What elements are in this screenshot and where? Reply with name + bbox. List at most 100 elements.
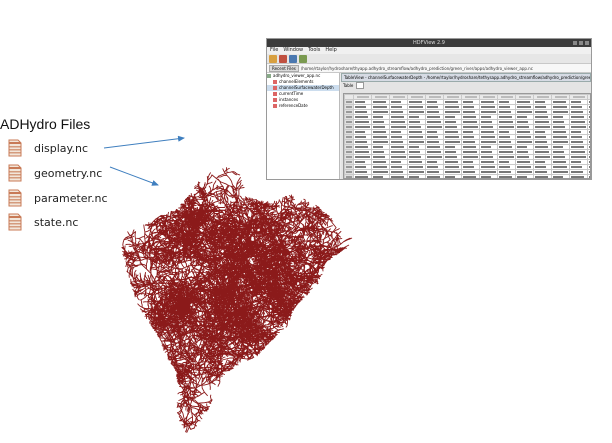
table-cell[interactable] (371, 174, 390, 178)
table-cell[interactable] (497, 119, 516, 125)
table-cell[interactable] (425, 154, 444, 160)
table-cell[interactable] (569, 154, 588, 160)
table-cell[interactable] (569, 149, 588, 155)
table-icon[interactable] (356, 82, 365, 89)
table-cell[interactable] (443, 164, 462, 170)
table-row[interactable] (344, 164, 590, 170)
open-icon[interactable] (269, 55, 277, 63)
table-cell[interactable] (479, 104, 498, 110)
table-cell[interactable] (407, 174, 426, 178)
file-path-input[interactable]: /home/rtaylor/hydroshare/thyapp.adhydro_… (301, 66, 533, 71)
table-row[interactable] (344, 129, 590, 135)
table-cell[interactable] (497, 174, 516, 178)
table-cell[interactable] (371, 109, 390, 115)
tree-item[interactable]: referenceDate (267, 103, 339, 109)
table-cell[interactable] (353, 154, 372, 160)
table-cell[interactable] (407, 109, 426, 115)
table-cell[interactable] (407, 164, 426, 170)
table-cell[interactable] (371, 139, 390, 145)
table-row[interactable] (344, 134, 590, 140)
table-cell[interactable] (443, 109, 462, 115)
table-cell[interactable] (587, 174, 590, 178)
table-cell[interactable] (371, 104, 390, 110)
table-cell[interactable] (407, 104, 426, 110)
table-cell[interactable] (551, 104, 570, 110)
table-cell[interactable] (389, 119, 408, 125)
table-cell[interactable] (533, 154, 552, 160)
table-cell[interactable] (353, 149, 372, 155)
table-cell[interactable] (443, 174, 462, 178)
table-row[interactable] (344, 149, 590, 155)
table-cell[interactable] (515, 104, 534, 110)
table-cell[interactable] (551, 139, 570, 145)
table-cell[interactable] (371, 164, 390, 170)
table-cell[interactable] (533, 119, 552, 125)
table-cell[interactable] (407, 169, 426, 175)
table-cell[interactable] (533, 174, 552, 178)
table-cell[interactable] (479, 169, 498, 175)
table-cell[interactable] (461, 119, 480, 125)
table-cell[interactable] (389, 174, 408, 178)
table-cell[interactable] (497, 149, 516, 155)
table-cell[interactable] (515, 139, 534, 145)
menu-file[interactable]: File (270, 47, 278, 54)
recent-files-button[interactable]: Recent Files (269, 64, 299, 72)
table-cell[interactable] (479, 134, 498, 140)
table-cell[interactable] (371, 134, 390, 140)
table-row[interactable] (344, 169, 590, 175)
save-icon[interactable] (289, 55, 297, 63)
table-cell[interactable] (461, 124, 480, 130)
data-table[interactable] (344, 94, 590, 178)
minimize-button[interactable] (573, 41, 577, 45)
menu-tools[interactable]: Tools (308, 47, 320, 54)
table-cell[interactable] (515, 174, 534, 178)
table-row[interactable] (344, 99, 590, 105)
table-cell[interactable] (569, 174, 588, 178)
table-cell[interactable] (551, 134, 570, 140)
table-cell[interactable] (389, 124, 408, 130)
table-row[interactable] (344, 119, 590, 125)
table-cell[interactable] (407, 134, 426, 140)
table-cell[interactable] (389, 149, 408, 155)
table-cell[interactable] (479, 164, 498, 170)
close-file-icon[interactable] (279, 55, 287, 63)
data-table-grid[interactable] (343, 93, 591, 179)
table-cell[interactable] (551, 164, 570, 170)
table-cell[interactable] (389, 154, 408, 160)
table-cell[interactable] (551, 174, 570, 178)
table-cell[interactable] (353, 124, 372, 130)
table-cell[interactable] (371, 169, 390, 175)
table-cell[interactable] (479, 139, 498, 145)
table-cell[interactable] (407, 139, 426, 145)
tool-icon[interactable] (299, 55, 307, 63)
table-cell[interactable] (425, 149, 444, 155)
table-cell[interactable] (533, 149, 552, 155)
table-menu[interactable]: Table (343, 82, 353, 89)
table-cell[interactable] (443, 134, 462, 140)
table-cell[interactable] (515, 169, 534, 175)
table-cell[interactable] (425, 174, 444, 178)
table-cell[interactable] (515, 134, 534, 140)
table-row[interactable] (344, 154, 590, 160)
table-row[interactable] (344, 159, 590, 165)
table-cell[interactable] (497, 124, 516, 130)
table-cell[interactable] (515, 164, 534, 170)
table-cell[interactable] (551, 109, 570, 115)
table-cell[interactable] (443, 139, 462, 145)
table-row[interactable] (344, 104, 590, 110)
table-row[interactable] (344, 144, 590, 150)
table-cell[interactable] (425, 119, 444, 125)
close-button[interactable] (585, 41, 589, 45)
table-row[interactable] (344, 109, 590, 115)
maximize-button[interactable] (579, 41, 583, 45)
table-row[interactable] (344, 139, 590, 145)
table-cell[interactable] (533, 124, 552, 130)
table-cell[interactable] (425, 124, 444, 130)
table-cell[interactable] (353, 119, 372, 125)
table-cell[interactable] (569, 119, 588, 125)
table-cell[interactable] (551, 169, 570, 175)
table-cell[interactable] (515, 109, 534, 115)
table-cell[interactable] (461, 174, 480, 178)
table-row[interactable] (344, 174, 590, 178)
menu-window[interactable]: Window (283, 47, 303, 54)
